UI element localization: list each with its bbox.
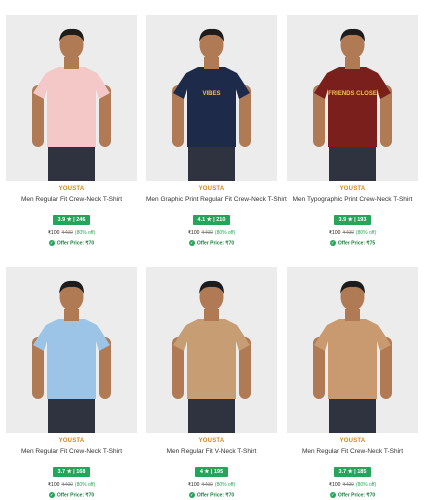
offer-price: Offer Price: ₹70 — [56, 492, 95, 499]
mrp-price: ₹499 — [201, 230, 213, 236]
tshirt-shape — [314, 67, 391, 147]
discount-text: (80% off) — [74, 230, 96, 236]
offer-price: Offer Price: ₹70 — [56, 240, 95, 247]
check-icon: ✓ — [329, 240, 336, 246]
shirt-print: VIBES — [202, 91, 220, 97]
offer-price: Offer Price: ₹70 — [196, 240, 235, 247]
offer-price-row: ✓ Offer Price: ₹70 — [6, 492, 137, 498]
discount-text: (80% off) — [74, 482, 96, 488]
price-row: ₹100 ₹499 (80% off) — [146, 230, 277, 236]
price-row: ₹100 ₹499 (80% off) — [146, 482, 277, 488]
price-row: ₹100 ₹499 (80% off) — [287, 230, 418, 236]
discount-text: (80% off) — [214, 482, 236, 488]
tshirt-shape — [314, 319, 391, 399]
sale-price: ₹100 — [187, 482, 200, 488]
product-grid: YOUSTA Men Regular Fit Crew-Neck T-Shirt… — [0, 0, 426, 500]
product-title[interactable]: Men Typographic Print Crew-Neck T-Shirt — [287, 196, 418, 203]
rating-badge: 4 ★ | 195 — [194, 467, 229, 477]
rating-badge: 3.7 ★ | 168 — [52, 467, 91, 477]
offer-price-row: ✓ Offer Price: ₹75 — [287, 240, 418, 246]
tshirt-shape — [173, 67, 250, 147]
product-image[interactable] — [287, 267, 418, 433]
rating-badge: 3.9 ★ | 246 — [52, 215, 91, 225]
price-row: ₹100 ₹499 (80% off) — [287, 482, 418, 488]
brand-name: YOUSTA — [58, 438, 85, 444]
brand-name: YOUSTA — [339, 186, 366, 192]
sale-price: ₹100 — [47, 230, 60, 236]
rating-badge: 3.9 ★ | 193 — [333, 215, 372, 225]
offer-price-row: ✓ Offer Price: ₹70 — [146, 492, 277, 498]
check-icon: ✓ — [329, 492, 336, 498]
sale-price: ₹100 — [187, 230, 200, 236]
offer-price-row: ✓ Offer Price: ₹70 — [287, 492, 418, 498]
product-image[interactable] — [6, 15, 137, 181]
brand-name: YOUSTA — [339, 438, 366, 444]
product-card[interactable]: YOUSTA Men Regular Fit Crew-Neck T-Shirt… — [6, 15, 137, 246]
product-title[interactable]: Men Regular Fit V-Neck T-Shirt — [146, 448, 277, 455]
product-card[interactable]: YOUSTA Men Regular Fit Crew-Neck T-Shirt… — [287, 267, 418, 498]
product-title[interactable]: Men Graphic Print Regular Fit Crew-Neck … — [146, 196, 287, 203]
product-card[interactable]: FRIENDS CLOSE YOUSTA Men Typographic Pri… — [287, 15, 418, 246]
mrp-price: ₹499 — [201, 482, 213, 488]
check-icon: ✓ — [188, 240, 195, 246]
product-card[interactable]: YOUSTA Men Regular Fit V-Neck T-Shirt 4 … — [146, 267, 277, 498]
product-image[interactable] — [146, 267, 277, 433]
offer-price-row: ✓ Offer Price: ₹70 — [146, 240, 277, 246]
mrp-price: ₹499 — [342, 482, 354, 488]
product-image[interactable]: VIBES — [146, 15, 277, 181]
rating-badge: 4.1 ★ | 210 — [192, 215, 231, 225]
product-card[interactable]: YOUSTA Men Regular Fit Crew-Neck T-Shirt… — [6, 267, 137, 498]
mrp-price: ₹499 — [342, 230, 354, 236]
discount-text: (80% off) — [214, 230, 236, 236]
offer-price: Offer Price: ₹70 — [337, 492, 376, 499]
offer-price: Offer Price: ₹70 — [196, 492, 235, 499]
brand-name: YOUSTA — [198, 438, 225, 444]
product-title[interactable]: Men Regular Fit Crew-Neck T-Shirt — [6, 448, 137, 455]
sale-price: ₹100 — [328, 230, 341, 236]
offer-price: Offer Price: ₹75 — [337, 240, 376, 247]
product-title[interactable]: Men Regular Fit Crew-Neck T-Shirt — [287, 448, 418, 455]
price-row: ₹100 ₹499 (80% off) — [6, 482, 137, 488]
discount-text: (80% off) — [355, 230, 377, 236]
tshirt-shape — [33, 67, 110, 147]
price-row: ₹100 ₹499 (80% off) — [6, 230, 137, 236]
brand-name: YOUSTA — [58, 186, 85, 192]
pants-shape — [48, 143, 95, 181]
brand-name: YOUSTA — [198, 186, 225, 192]
tshirt-shape — [173, 319, 250, 399]
pants-shape — [48, 395, 95, 433]
mrp-price: ₹499 — [61, 230, 73, 236]
offer-price-row: ✓ Offer Price: ₹70 — [6, 240, 137, 246]
check-icon: ✓ — [48, 240, 55, 246]
tshirt-shape — [33, 319, 110, 399]
pants-shape — [329, 143, 376, 181]
check-icon: ✓ — [48, 492, 55, 498]
product-card[interactable]: VIBES YOUSTA Men Graphic Print Regular F… — [146, 15, 287, 246]
sale-price: ₹100 — [328, 482, 341, 488]
product-title[interactable]: Men Regular Fit Crew-Neck T-Shirt — [6, 196, 137, 203]
discount-text: (80% off) — [355, 482, 377, 488]
shirt-print: FRIENDS CLOSE — [328, 91, 377, 97]
sale-price: ₹100 — [47, 482, 60, 488]
pants-shape — [329, 395, 376, 433]
product-image[interactable]: FRIENDS CLOSE — [287, 15, 418, 181]
mrp-price: ₹499 — [61, 482, 73, 488]
rating-badge: 3.7 ★ | 185 — [333, 467, 372, 477]
product-image[interactable] — [6, 267, 137, 433]
pants-shape — [188, 395, 235, 433]
pants-shape — [188, 143, 235, 181]
check-icon: ✓ — [188, 492, 195, 498]
